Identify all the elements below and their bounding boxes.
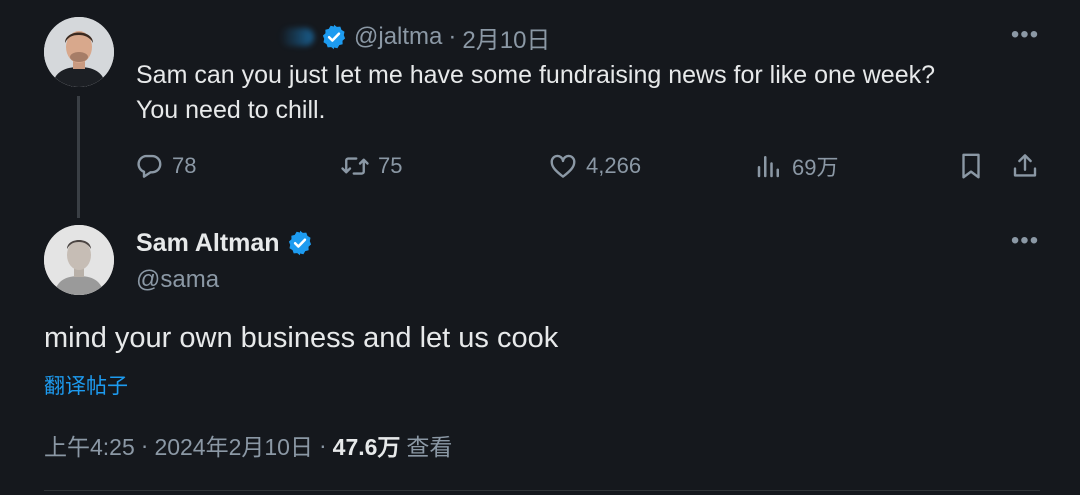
sama-avatar[interactable] <box>44 225 114 295</box>
heart-icon <box>550 154 576 178</box>
tweet-views-count: 47.6万 <box>332 434 401 460</box>
more-options-icon[interactable]: ••• <box>1010 20 1040 50</box>
reply-icon <box>137 154 162 178</box>
quoted-text-line-1: Sam can you just let me have some fundra… <box>136 61 936 89</box>
verified-badge-icon <box>286 229 314 257</box>
more-options-icon[interactable]: ••• <box>1010 226 1040 256</box>
blurred-display-name <box>280 28 314 46</box>
share-button[interactable] <box>1010 148 1040 184</box>
verified-badge-icon <box>320 23 348 51</box>
views-label: 查看 <box>406 434 453 460</box>
quoted-text-line-2: You need to chill. <box>136 96 326 124</box>
quoted-handle[interactable]: @jaltma <box>354 23 442 51</box>
views-bar-chart-icon <box>757 156 779 178</box>
meta-separator: · <box>448 23 457 50</box>
translate-post-link[interactable]: 翻译帖子 <box>44 370 128 400</box>
quoted-tweet-meta: @jaltma · 2月10日 <box>280 20 550 54</box>
views-count: 69万 <box>792 155 839 180</box>
tweet-date[interactable]: 2024年2月10日 <box>154 428 313 462</box>
like-count: 4,266 <box>586 153 642 178</box>
bookmark-button[interactable] <box>956 148 986 184</box>
reply-count: 78 <box>172 153 197 178</box>
author-handle[interactable]: @sama <box>136 266 314 294</box>
tweet-thread: @jaltma · 2月10日 ••• Sam can you just let… <box>0 0 1080 495</box>
retweet-icon <box>341 157 369 175</box>
retweet-button[interactable]: 75 <box>340 148 402 184</box>
quoted-tweet-actions: 78 75 4,266 69万 <box>134 148 1044 184</box>
tweet-timestamp-row: 上午4:25 · 2024年2月10日 · 47.6万 查看 <box>44 428 452 462</box>
jaltma-avatar[interactable] <box>44 17 114 87</box>
author-name[interactable]: Sam Altman <box>136 229 280 258</box>
quoted-tweet-text: Sam can you just let me have some fundra… <box>136 58 1036 128</box>
tweet-author: Sam Altman @sama <box>136 226 314 294</box>
thread-connector-line <box>77 96 80 218</box>
views-button[interactable]: 69万 <box>754 148 838 184</box>
quoted-date[interactable]: 2月10日 <box>462 20 550 55</box>
timestamp-separator: · <box>140 431 149 458</box>
divider <box>44 490 1040 491</box>
share-icon <box>1013 154 1037 177</box>
reply-button[interactable]: 78 <box>134 148 196 184</box>
bookmark-icon <box>962 153 980 179</box>
tweet-time[interactable]: 上午4:25 <box>44 428 135 462</box>
retweet-count: 75 <box>378 153 403 178</box>
like-button[interactable]: 4,266 <box>548 148 641 184</box>
tweet-text: mind your own business and let us cook <box>44 322 559 354</box>
views-separator: · <box>318 431 327 458</box>
